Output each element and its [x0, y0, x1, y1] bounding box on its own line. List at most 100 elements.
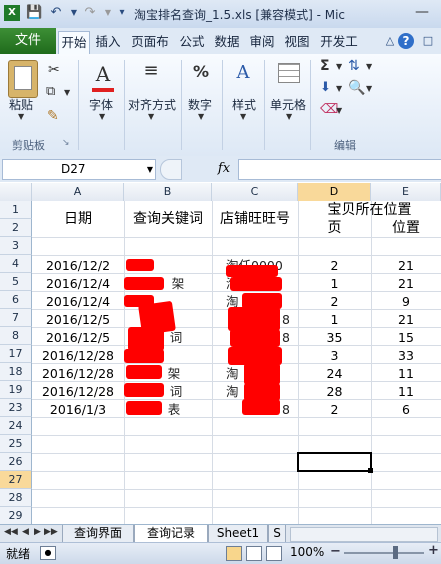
- header-keyword[interactable]: 查询关键词: [124, 210, 212, 228]
- file-tab[interactable]: 文件: [0, 28, 56, 54]
- fill-handle[interactable]: [368, 468, 373, 473]
- tab-developer[interactable]: 开发工: [317, 31, 361, 54]
- excel-icon[interactable]: X: [4, 5, 20, 21]
- row-header[interactable]: 3: [0, 237, 32, 255]
- header-date[interactable]: 日期: [32, 210, 124, 228]
- column-header[interactable]: E: [371, 183, 441, 201]
- cell-date[interactable]: 2016/12/5: [32, 329, 124, 347]
- header-page[interactable]: 页: [298, 219, 371, 237]
- font-icon[interactable]: A: [92, 62, 114, 86]
- row-header[interactable]: 19: [0, 381, 32, 399]
- cell-date[interactable]: 2016/12/28: [32, 383, 124, 401]
- macro-record-icon[interactable]: ●: [40, 546, 56, 560]
- cell-rank[interactable]: 21: [371, 275, 441, 293]
- find-select-dropdown-icon[interactable]: ▼: [366, 84, 372, 93]
- name-box-dropdown-icon[interactable]: ▼: [147, 160, 153, 179]
- paste-dropdown-icon[interactable]: ▼: [18, 112, 24, 121]
- undo-icon[interactable]: ↶: [48, 5, 64, 21]
- save-icon[interactable]: 💾: [26, 5, 42, 21]
- row-header[interactable]: 8: [0, 327, 32, 345]
- copy-dropdown-icon[interactable]: ▼: [64, 88, 70, 97]
- row-header-selected[interactable]: 27: [0, 471, 32, 489]
- autosum-dropdown-icon[interactable]: ▼: [336, 62, 342, 71]
- column-header[interactable]: C: [212, 183, 298, 201]
- styles-icon[interactable]: A: [232, 62, 254, 83]
- minimize-button[interactable]: —: [409, 4, 435, 22]
- zoom-in-icon[interactable]: +: [428, 543, 439, 558]
- undo-dropdown-icon[interactable]: ▼: [66, 5, 82, 21]
- first-sheet-icon[interactable]: ◀◀: [4, 527, 18, 537]
- alignment-label[interactable]: 对齐方式: [128, 96, 176, 113]
- cut-icon[interactable]: ✂: [48, 62, 60, 78]
- selected-cell[interactable]: [297, 452, 372, 472]
- alignment-dropdown-icon[interactable]: ▼: [148, 112, 154, 121]
- normal-view-icon[interactable]: [226, 546, 242, 561]
- number-label[interactable]: 数字: [188, 96, 212, 113]
- clear-dropdown-icon[interactable]: ▼: [336, 106, 342, 115]
- cell-date[interactable]: 2016/1/3: [32, 401, 124, 419]
- cell-rank[interactable]: 33: [371, 347, 441, 365]
- column-header[interactable]: B: [124, 183, 212, 201]
- sheet-tab[interactable]: Sheet1: [208, 525, 268, 543]
- styles-label[interactable]: 样式: [232, 96, 256, 113]
- sheet-tab[interactable]: S: [268, 525, 286, 543]
- name-box[interactable]: D27 ▼: [2, 159, 156, 180]
- cell-page[interactable]: 35: [298, 329, 371, 347]
- last-sheet-icon[interactable]: ▶▶: [44, 527, 58, 537]
- zoom-slider-track[interactable]: [344, 552, 424, 554]
- row-header[interactable]: 24: [0, 417, 32, 435]
- cell-page[interactable]: 1: [298, 275, 371, 293]
- cell-page[interactable]: 3: [298, 347, 371, 365]
- cell-page[interactable]: 24: [298, 365, 371, 383]
- prev-sheet-icon[interactable]: ◀: [22, 527, 29, 537]
- cell-date[interactable]: 2016/12/5: [32, 311, 124, 329]
- formula-input[interactable]: [238, 159, 441, 180]
- fill-dropdown-icon[interactable]: ▼: [336, 84, 342, 93]
- tab-formulas[interactable]: 公式: [177, 31, 207, 54]
- font-dropdown-icon[interactable]: ▼: [99, 112, 105, 121]
- alignment-icon[interactable]: ≡: [140, 60, 162, 81]
- row-header[interactable]: 26: [0, 453, 32, 471]
- row-header[interactable]: 5: [0, 273, 32, 291]
- customize-toolbar-icon[interactable]: ▾: [114, 5, 130, 21]
- cell-date[interactable]: 2016/12/4: [32, 293, 124, 311]
- cell-rank[interactable]: 11: [371, 383, 441, 401]
- column-header-selected[interactable]: D: [298, 183, 371, 201]
- worksheet-grid[interactable]: 日期 查询关键词 店铺旺旺号 宝贝所在位置 页 位置 2016/12/2 2 2…: [32, 201, 441, 524]
- row-header[interactable]: 1: [0, 201, 32, 219]
- formula-bar-resize-handle[interactable]: [160, 159, 182, 180]
- cell-date[interactable]: 2016/12/2: [32, 257, 124, 275]
- zoom-level[interactable]: 100%: [290, 545, 324, 559]
- cell-rank[interactable]: 9: [371, 293, 441, 311]
- font-label[interactable]: 字体: [89, 96, 113, 113]
- sheet-tab-active[interactable]: 查询记录: [134, 525, 208, 543]
- cell-rank[interactable]: 21: [371, 257, 441, 275]
- row-header[interactable]: 17: [0, 345, 32, 363]
- insert-function-icon[interactable]: fx: [212, 159, 236, 179]
- cell-date[interactable]: 2016/12/4: [32, 275, 124, 293]
- zoom-slider-thumb[interactable]: [393, 546, 398, 559]
- zoom-out-icon[interactable]: −: [330, 544, 341, 559]
- cell-page[interactable]: 2: [298, 293, 371, 311]
- row-header[interactable]: 28: [0, 489, 32, 507]
- help-icon[interactable]: ?: [398, 33, 414, 49]
- window-options-icon[interactable]: □: [420, 33, 436, 49]
- tab-data[interactable]: 数据: [212, 31, 242, 54]
- sort-filter-icon[interactable]: ⇅: [348, 58, 360, 74]
- cell-page[interactable]: 2: [298, 257, 371, 275]
- tab-view[interactable]: 视图: [282, 31, 312, 54]
- page-break-view-icon[interactable]: [266, 546, 282, 561]
- cell-rank[interactable]: 11: [371, 365, 441, 383]
- number-dropdown-icon[interactable]: ▼: [198, 112, 204, 121]
- collapse-ribbon-icon[interactable]: △: [382, 33, 398, 49]
- header-rank[interactable]: 位置: [371, 219, 441, 237]
- cells-icon[interactable]: [278, 63, 300, 83]
- cells-label[interactable]: 单元格: [270, 96, 306, 113]
- autosum-icon[interactable]: Σ: [320, 58, 330, 74]
- cell-date[interactable]: 2016/12/28: [32, 365, 124, 383]
- sort-filter-dropdown-icon[interactable]: ▼: [366, 62, 372, 71]
- cell-page[interactable]: 1: [298, 311, 371, 329]
- header-position[interactable]: 宝贝所在位置: [298, 201, 441, 219]
- format-painter-icon[interactable]: ✎: [47, 108, 59, 124]
- clipboard-launcher-icon[interactable]: ↘: [62, 138, 70, 148]
